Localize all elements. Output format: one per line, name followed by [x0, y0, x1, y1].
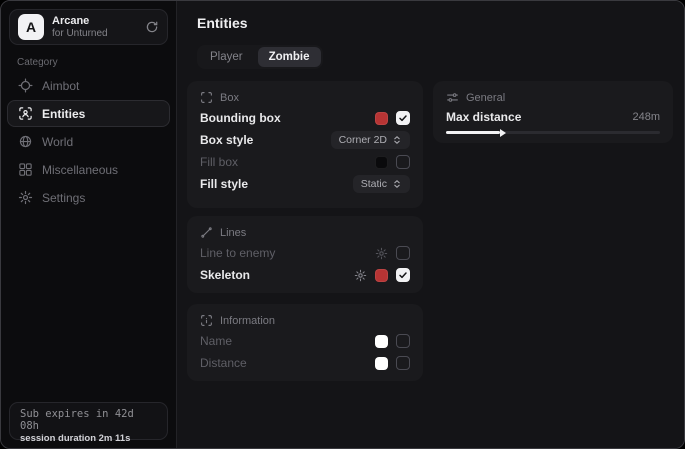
setting-row-bounding-box: Bounding box	[187, 107, 423, 129]
lines-card: Lines Line to enemy Skeleton	[187, 216, 423, 293]
color-swatch[interactable]	[375, 357, 388, 370]
setting-row-max-distance: Max distance 248m	[433, 107, 673, 127]
entity-tabs: Player Zombie	[197, 45, 323, 69]
session-duration-text: session duration 2m 11s	[20, 433, 157, 444]
page-title: Entities	[197, 15, 248, 31]
tab-player[interactable]: Player	[199, 47, 254, 67]
app-subtitle: for Unturned	[52, 28, 137, 40]
slider-fill	[446, 131, 500, 134]
setting-row-box-style: Box style Corner 2D	[187, 129, 423, 151]
app-header-card: A Arcane for Unturned	[9, 9, 168, 45]
fill-box-checkbox[interactable]	[396, 155, 410, 169]
main-panel: Entities Player Zombie Box Bounding box	[177, 1, 684, 448]
unfold-icon	[392, 179, 402, 189]
grid-icon	[18, 162, 33, 177]
select-value: Corner 2D	[339, 134, 387, 146]
bounding-box-checkbox[interactable]	[396, 111, 410, 125]
app-window: A Arcane for Unturned Category Aimbot	[0, 0, 685, 449]
setting-label: Skeleton	[200, 268, 346, 282]
color-swatch[interactable]	[375, 269, 388, 282]
sidebar: A Arcane for Unturned Category Aimbot	[1, 1, 177, 448]
name-checkbox[interactable]	[396, 334, 410, 348]
entities-icon	[18, 106, 33, 121]
setting-row-distance: Distance	[187, 352, 423, 374]
sidebar-nav: Aimbot Entities World	[1, 72, 176, 211]
sidebar-item-label: Entities	[42, 107, 85, 121]
sliders-icon	[446, 91, 459, 104]
max-distance-slider[interactable]	[446, 131, 660, 134]
sidebar-item-settings[interactable]: Settings	[7, 184, 170, 211]
slider-thumb[interactable]	[500, 129, 506, 137]
setting-row-line-to-enemy: Line to enemy	[187, 242, 423, 264]
info-scan-icon	[200, 314, 213, 327]
app-title: Arcane	[52, 15, 137, 28]
setting-row-name: Name	[187, 330, 423, 352]
line-icon	[200, 226, 213, 239]
sidebar-item-label: Miscellaneous	[42, 163, 118, 177]
box-style-select[interactable]: Corner 2D	[331, 131, 410, 149]
sidebar-item-miscellaneous[interactable]: Miscellaneous	[7, 156, 170, 183]
globe-icon	[18, 134, 33, 149]
setting-label: Fill style	[200, 177, 345, 191]
line-settings-gear-icon[interactable]	[375, 247, 388, 260]
card-title: Information	[220, 315, 275, 327]
box-card: Box Bounding box Box style Corner 2D	[187, 81, 423, 208]
app-logo: A	[18, 14, 44, 40]
card-title: Box	[220, 92, 239, 104]
tab-zombie[interactable]: Zombie	[258, 47, 321, 67]
setting-row-fill-box: Fill box	[187, 151, 423, 173]
setting-label: Fill box	[200, 155, 367, 169]
box-corners-icon	[200, 91, 213, 104]
check-icon	[398, 270, 408, 280]
setting-row-skeleton: Skeleton	[187, 264, 423, 286]
information-card: Information Name Distance	[187, 304, 423, 381]
fill-style-select[interactable]: Static	[353, 175, 410, 193]
setting-label: Name	[200, 334, 367, 348]
category-label: Category	[17, 57, 176, 68]
sidebar-item-aimbot[interactable]: Aimbot	[7, 72, 170, 99]
crosshair-icon	[18, 78, 33, 93]
subscription-status-card: Sub expires in 42d 08h session duration …	[9, 402, 168, 440]
line-to-enemy-checkbox[interactable]	[396, 246, 410, 260]
sidebar-item-label: Settings	[42, 191, 85, 205]
setting-label: Line to enemy	[200, 246, 367, 260]
skeleton-checkbox[interactable]	[396, 268, 410, 282]
max-distance-value: 248m	[632, 111, 660, 123]
setting-label: Distance	[200, 356, 367, 370]
distance-checkbox[interactable]	[396, 356, 410, 370]
card-title: Lines	[220, 227, 246, 239]
unfold-icon	[392, 135, 402, 145]
color-swatch[interactable]	[375, 112, 388, 125]
setting-row-fill-style: Fill style Static	[187, 173, 423, 195]
setting-label: Bounding box	[200, 111, 367, 125]
sidebar-item-world[interactable]: World	[7, 128, 170, 155]
gear-icon	[18, 190, 33, 205]
sidebar-item-label: Aimbot	[42, 79, 79, 93]
sidebar-item-label: World	[42, 135, 73, 149]
check-icon	[398, 113, 408, 123]
color-swatch[interactable]	[375, 335, 388, 348]
setting-label: Max distance	[446, 110, 632, 124]
sidebar-item-entities[interactable]: Entities	[7, 100, 170, 127]
general-card: General Max distance 248m	[433, 81, 673, 143]
card-title: General	[466, 92, 505, 104]
select-value: Static	[361, 178, 387, 190]
skeleton-settings-gear-icon[interactable]	[354, 269, 367, 282]
setting-label: Box style	[200, 133, 323, 147]
sync-icon[interactable]	[145, 20, 159, 34]
sub-expiry-text: Sub expires in 42d 08h	[20, 408, 157, 432]
color-swatch[interactable]	[375, 156, 388, 169]
